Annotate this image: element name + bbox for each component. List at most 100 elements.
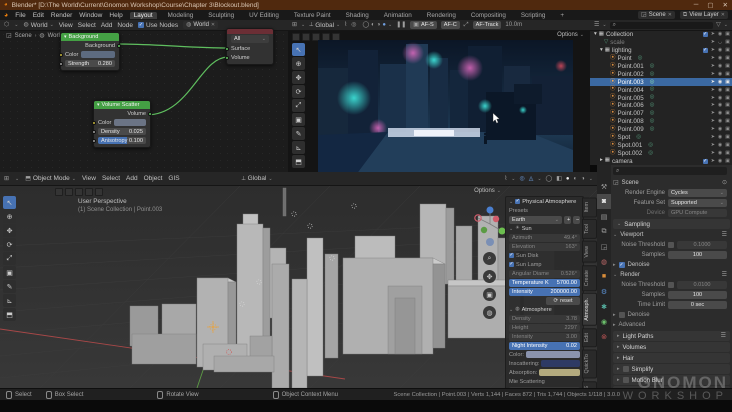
- render-visibility-icon[interactable]: ▣: [725, 111, 730, 116]
- data-properties-tab[interactable]: ◉: [597, 314, 611, 329]
- strength-slider[interactable]: Strength 0.280: [65, 60, 115, 67]
- workspace-tab-scripting[interactable]: Scripting: [517, 12, 550, 19]
- collapse-icon[interactable]: ⌄: [509, 199, 513, 205]
- viewport-samples-field[interactable]: 100: [668, 251, 727, 259]
- render-subpanel-label[interactable]: Render: [620, 272, 640, 278]
- object-properties-tab[interactable]: ■: [597, 269, 611, 284]
- collapse-icon[interactable]: ⌄: [509, 307, 513, 313]
- color-swatch[interactable]: [114, 119, 146, 126]
- denoise-label[interactable]: Denoise: [628, 312, 650, 318]
- restrict-select-icon[interactable]: ➤: [711, 87, 715, 93]
- expand-icon[interactable]: ▾: [600, 47, 603, 54]
- denoise-label[interactable]: Denoise: [628, 262, 650, 268]
- world-datablock[interactable]: ◍ World ✕: [183, 21, 219, 29]
- menu-edit[interactable]: Edit: [33, 12, 44, 19]
- wireframe-shading-icon[interactable]: ◯: [362, 22, 369, 28]
- workspace-tab-sculpting[interactable]: Sculpting: [204, 12, 238, 19]
- menu-window[interactable]: Window: [79, 12, 102, 19]
- hide-icon[interactable]: ◉: [718, 135, 722, 140]
- rotate-tool[interactable]: ⟳: [3, 238, 16, 251]
- hide-icon[interactable]: ◉: [718, 95, 722, 101]
- particles-properties-tab[interactable]: ✱: [597, 299, 611, 314]
- outliner-row-light[interactable]: ⦿ Point.005 ◎ ➤ ◉ ▣: [590, 94, 732, 102]
- editor-type-icon[interactable]: ⊞: [4, 176, 9, 182]
- sun-lamp-checkbox[interactable]: ✓: [509, 262, 514, 267]
- orientation-dropdown[interactable]: ⟂ Global ⌄: [242, 175, 273, 182]
- perspective-toggle-icon[interactable]: ◍: [483, 306, 496, 319]
- atmosphere-enable-checkbox[interactable]: ✓: [515, 199, 521, 204]
- restrict-select-icon[interactable]: ➤: [711, 103, 715, 108]
- editor-type-icon[interactable]: ☰: [594, 22, 599, 28]
- view-menu[interactable]: View: [82, 175, 96, 182]
- motion-blur-checkbox[interactable]: [622, 377, 629, 383]
- hide-icon[interactable]: ◡: [718, 40, 722, 45]
- viewlayer-properties-tab[interactable]: ⧉: [597, 224, 611, 239]
- proportional-edit-icon[interactable]: ◎: [351, 22, 356, 28]
- editor-corner-icon[interactable]: [65, 188, 73, 196]
- strength-input-socket[interactable]: [59, 62, 63, 66]
- proportional-edit-icon[interactable]: ◎: [519, 176, 524, 182]
- feature-set-dropdown[interactable]: Supported ⌄: [668, 199, 727, 207]
- outliner-row-camera[interactable]: ▸ ▦ camera ✓ ➤ ◉ ▣: [590, 157, 732, 165]
- anisotropy-slider[interactable]: Anisotropy 0.100: [98, 137, 146, 144]
- viewlayer-selector[interactable]: ⧉ View Layer ✕: [679, 11, 728, 19]
- workspace-tab-modeling[interactable]: Modeling: [164, 12, 198, 19]
- motion-blur-panel-header[interactable]: ▸ Motion Blur: [613, 375, 730, 385]
- hide-icon[interactable]: ◉: [718, 111, 722, 116]
- add-cube-tool[interactable]: ⬒: [3, 308, 16, 321]
- time-limit-field[interactable]: 0 sec: [668, 301, 727, 309]
- shader-type-dropdown[interactable]: ◍ World ⌄: [23, 22, 53, 29]
- transform-tool[interactable]: ▣: [3, 266, 16, 279]
- pin-icon[interactable]: ⊙: [722, 180, 727, 186]
- outliner-row-light[interactable]: ⦿ Point.002 ◎ ➤ ◉ ▣: [590, 70, 732, 78]
- tab-quickto[interactable]: QuickTo: [582, 349, 597, 379]
- collapse-icon[interactable]: ▾: [97, 101, 100, 109]
- tab-ss[interactable]: SS: [582, 380, 597, 388]
- transform-tool[interactable]: ▣: [292, 113, 305, 126]
- outliner-row-collection[interactable]: ▾ ▦ Collection ✓ ➤ ◉ ▣: [590, 31, 732, 39]
- gizmo-toggle-icon[interactable]: ◬: [529, 176, 534, 182]
- rotate-tool[interactable]: ⟳: [292, 85, 305, 98]
- outliner-row-light[interactable]: ⦿ Point.007 ◎ ➤ ◉ ▣: [590, 110, 732, 118]
- atmo-intensity-slider[interactable]: Intensity 3.00: [509, 332, 580, 341]
- restrict-select-icon[interactable]: ➤: [711, 40, 715, 45]
- add-menu[interactable]: Add: [126, 175, 138, 182]
- pan-icon[interactable]: ✥: [483, 270, 496, 283]
- add-cube-tool[interactable]: ⬒: [292, 155, 305, 168]
- editor-type-icon[interactable]: ⊞: [292, 22, 297, 28]
- physics-properties-tab[interactable]: ⊚: [597, 329, 611, 344]
- restrict-select-icon[interactable]: ➤: [711, 56, 715, 61]
- minimize-icon[interactable]: ─: [694, 1, 699, 9]
- render-visibility-icon[interactable]: ▣: [725, 71, 730, 77]
- expand-icon[interactable]: ⤢: [464, 22, 469, 28]
- restrict-select-icon[interactable]: ➤: [711, 119, 715, 124]
- hide-icon[interactable]: ◉: [718, 48, 722, 53]
- workspace-tab-shading[interactable]: Shading: [342, 12, 373, 19]
- workspace-tab-uvediting[interactable]: UV Editing: [245, 12, 283, 19]
- menu-render[interactable]: Render: [51, 12, 72, 19]
- preset-list-icon[interactable]: ☰: [722, 232, 727, 238]
- cursor-tool[interactable]: ⊕: [292, 57, 305, 70]
- simplify-panel-header[interactable]: ▸ Simplify: [613, 364, 730, 374]
- color-input-socket[interactable]: [59, 53, 63, 57]
- workspace-tab-compositing[interactable]: Compositing: [467, 12, 510, 19]
- measure-tool[interactable]: ⊾: [292, 141, 305, 154]
- tool-properties-tab[interactable]: ⚒: [597, 179, 611, 194]
- workspace-tab-rendering[interactable]: Rendering: [423, 12, 460, 19]
- options-dropdown[interactable]: Options ⌄: [557, 32, 584, 38]
- af-continuous-button[interactable]: AF-C: [440, 21, 460, 29]
- atmo-color-swatch[interactable]: [525, 351, 580, 358]
- menu-file[interactable]: File: [15, 12, 25, 19]
- mode-dropdown[interactable]: ⬒ Object Mode ⌄: [25, 175, 76, 182]
- outliner-row-light[interactable]: ⦿ Point ◎ ➤ ◉ ▣: [590, 55, 732, 63]
- rendered-shading-icon[interactable]: ●: [382, 22, 386, 28]
- hide-icon[interactable]: ◉: [718, 119, 722, 124]
- preset-list-icon[interactable]: ☰: [721, 333, 726, 339]
- viewport-subpanel-label[interactable]: Viewport: [620, 232, 643, 238]
- volume-output-socket[interactable]: [148, 112, 152, 116]
- workspace-tab-animation[interactable]: Animation: [380, 12, 416, 19]
- restrict-select-icon[interactable]: ➤: [711, 64, 715, 69]
- scene-unlink-icon[interactable]: ✕: [668, 12, 672, 18]
- volume-input-socket[interactable]: [225, 56, 229, 60]
- exclude-checkbox[interactable]: ✓: [702, 32, 708, 38]
